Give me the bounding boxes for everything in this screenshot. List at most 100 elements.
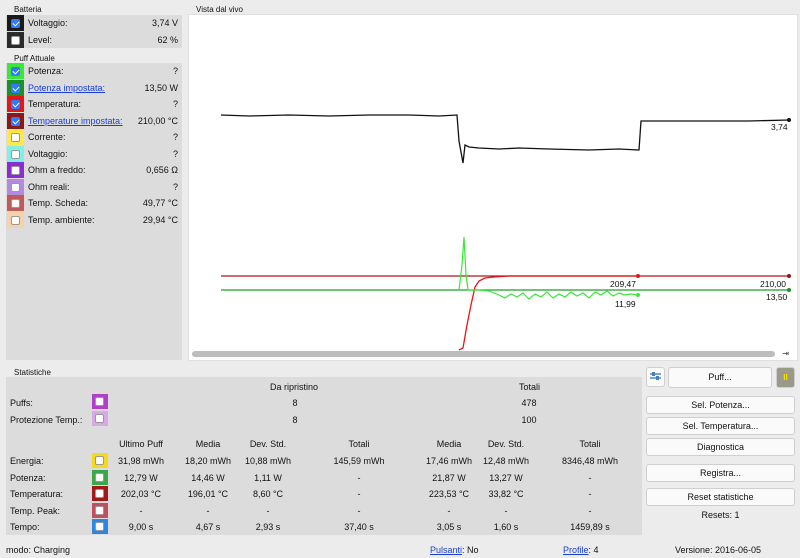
stats-cell: 18,20 mWh	[184, 456, 232, 466]
stats-cell: 9,00 s	[128, 522, 154, 532]
select-power-button[interactable]: Sel. Potenza...	[646, 396, 795, 414]
stats-cell: -	[357, 505, 361, 516]
sensor-value: ?	[172, 181, 178, 192]
series-visibility-checkbox[interactable]	[11, 199, 20, 209]
sensor-value: 13,50 W	[144, 82, 178, 93]
buttons-status: Pulsanti: No	[430, 545, 479, 555]
sensor-value: 49,77 °C	[142, 198, 178, 209]
sensor-value: 3,74 V	[151, 18, 178, 29]
stats-row-checkbox[interactable]	[95, 505, 104, 515]
stats-cell: 33,82 °C	[488, 489, 524, 499]
series-visibility-checkbox[interactable]	[11, 215, 20, 225]
stats-row-swatch[interactable]	[92, 519, 108, 534]
series-color-swatch[interactable]	[7, 195, 24, 212]
live-view-chart[interactable]: 3,74 209,47 210,00 13,50 11,99 ⇥	[188, 14, 798, 361]
series-color-swatch[interactable]	[7, 79, 24, 96]
select-temperature-button[interactable]: Sel. Temperatura...	[646, 417, 795, 435]
sensor-row: Temp. ambiente: 29,94 °C	[6, 211, 182, 229]
sensor-row: Level: 62 %	[6, 31, 182, 49]
stats-row-swatch[interactable]	[92, 486, 108, 501]
version-status: Versione: 2016-06-05	[675, 545, 762, 555]
stats-row-swatch[interactable]	[92, 502, 108, 518]
series-visibility-checkbox[interactable]	[11, 149, 20, 159]
stats-row-checkbox[interactable]	[95, 522, 104, 531]
series-visibility-checkbox[interactable]	[11, 19, 20, 29]
series-color-swatch[interactable]	[7, 31, 24, 48]
temp-protection-checkbox[interactable]	[95, 414, 104, 423]
puff-group-title: Puff Attuale	[14, 54, 55, 63]
stats-cell: 1,60 s	[493, 522, 519, 532]
sensor-row: Temperature impostata: 210,00 °C	[6, 112, 182, 130]
register-button[interactable]: Registra...	[646, 464, 795, 482]
sensor-label: Ohm a freddo:	[28, 165, 86, 176]
temp-protection-label: Protezione Temp.:	[10, 415, 83, 425]
sensor-row: Corrente:?	[6, 129, 182, 146]
live-view-title: Vista dal vivo	[196, 5, 243, 14]
stats-column-header: Totali	[348, 439, 370, 449]
power-set-end-point	[787, 288, 791, 292]
stats-row-checkbox[interactable]	[95, 472, 104, 482]
sensor-value: 62 %	[157, 34, 178, 45]
sensor-label: Voltaggio:	[28, 148, 68, 159]
series-visibility-checkbox[interactable]	[11, 83, 20, 93]
temperature-set-value-label: 210,00	[760, 279, 786, 289]
puffs-checkbox[interactable]	[95, 397, 104, 406]
sensor-label: Temp. Scheda:	[28, 198, 89, 209]
stats-cell: 2,93 s	[255, 522, 281, 532]
sensor-row: Potenza:?	[6, 63, 182, 80]
series-color-swatch[interactable]	[7, 112, 24, 129]
stats-cell: 12,79 W	[124, 472, 158, 483]
sensor-label[interactable]: Potenza impostata:	[28, 83, 105, 93]
sensor-label[interactable]: Temperature impostata:	[28, 116, 123, 126]
series-visibility-checkbox[interactable]	[11, 182, 20, 192]
series-visibility-checkbox[interactable]	[11, 35, 20, 45]
stats-column-header: Media	[195, 439, 221, 449]
series-visibility-checkbox[interactable]	[11, 166, 20, 176]
sensor-label: Ohm reali:	[28, 181, 70, 192]
temp-protection-reset-value: 8	[292, 415, 298, 425]
puff-panel: Potenza:? Potenza impostata: 13,50 W Temper…	[6, 63, 182, 360]
stats-row-swatch[interactable]	[92, 453, 108, 468]
buttons-status-link[interactable]: Pulsanti	[430, 545, 462, 555]
stats-cell: -	[139, 505, 143, 516]
stats-cell: -	[206, 505, 210, 516]
horizontal-scrollbar[interactable]	[192, 351, 775, 357]
sensor-value: 29,94 °C	[142, 214, 178, 225]
puffs-reset-value: 8	[292, 398, 298, 408]
pause-button[interactable]: II	[776, 367, 795, 388]
series-color-swatch[interactable]	[7, 15, 24, 32]
scroll-end-icon[interactable]: ⇥	[782, 349, 789, 358]
series-color-swatch[interactable]	[7, 96, 24, 113]
series-color-swatch[interactable]	[7, 211, 24, 228]
live-chart-svg	[220, 114, 791, 351]
temp-protection-swatch[interactable]	[92, 411, 108, 426]
stats-cell: -	[357, 472, 361, 483]
series-visibility-checkbox[interactable]	[11, 67, 20, 77]
sensor-row: Voltaggio: 3,74 V	[6, 15, 182, 32]
series-visibility-checkbox[interactable]	[11, 133, 20, 143]
puffs-swatch[interactable]	[92, 394, 108, 409]
puffs-label: Puffs:	[10, 398, 33, 408]
series-color-swatch[interactable]	[7, 145, 24, 162]
series-color-swatch[interactable]	[7, 162, 24, 179]
stats-row-swatch[interactable]	[92, 469, 108, 485]
temp-protection-total-value: 100	[521, 415, 537, 425]
series-visibility-checkbox[interactable]	[11, 116, 20, 126]
stats-row-checkbox[interactable]	[95, 489, 104, 498]
sensor-label: Voltaggio:	[28, 18, 68, 29]
stats-row-checkbox[interactable]	[95, 456, 104, 465]
puff-settings-button[interactable]	[646, 367, 665, 387]
stats-panel: Da ripristino Totali Puffs: 8 478 Protez…	[6, 377, 642, 535]
series-color-swatch[interactable]	[7, 129, 24, 146]
series-visibility-checkbox[interactable]	[11, 100, 20, 110]
stats-cell: 14,46 W	[191, 472, 225, 483]
series-color-swatch[interactable]	[7, 178, 24, 195]
reset-statistics-button[interactable]: Reset statistiche	[646, 488, 795, 506]
series-color-swatch[interactable]	[7, 63, 24, 80]
diagnostics-button[interactable]: Diagnostica	[646, 438, 795, 456]
profile-status-link[interactable]: Profile	[563, 545, 589, 555]
stats-cell: -	[588, 472, 592, 483]
puff-button[interactable]: Puff...	[668, 367, 772, 388]
sensor-value: 210,00 °C	[137, 115, 178, 126]
stats-cell: 4,67 s	[195, 522, 221, 532]
